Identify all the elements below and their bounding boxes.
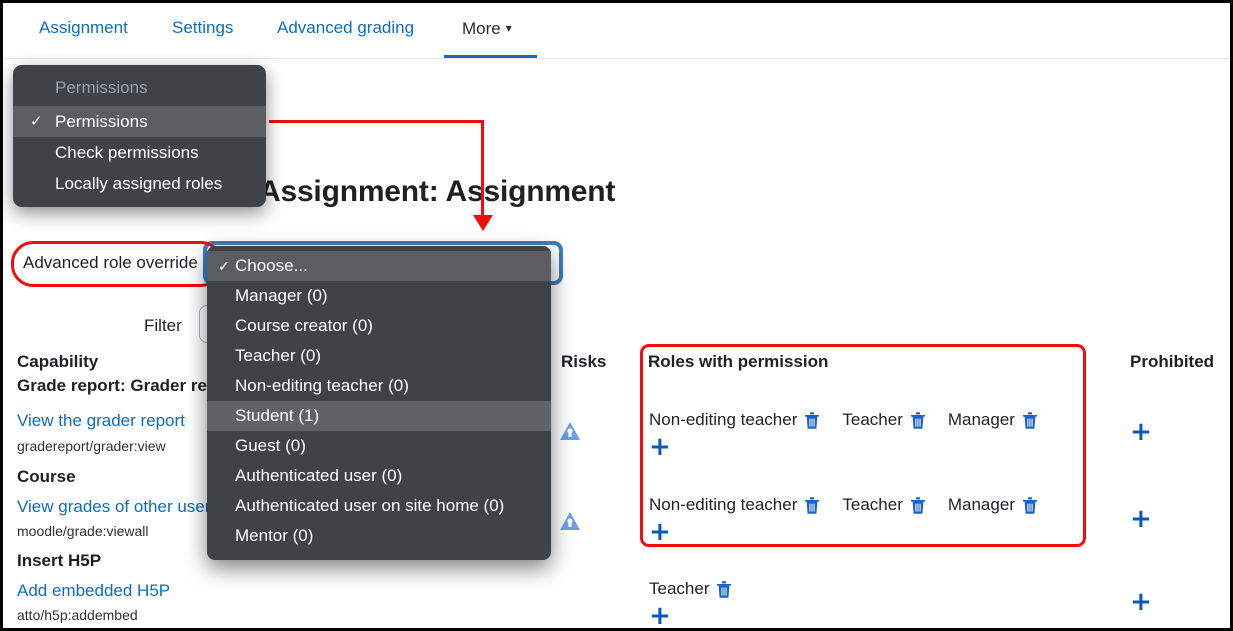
annotation-box-role-override [11, 241, 223, 287]
option-guest-label: Guest (0) [235, 436, 306, 455]
capability-code: moodle/grade:viewall [17, 523, 149, 539]
add-role-icon[interactable]: + [649, 603, 671, 628]
option-student[interactable]: Student (1) [207, 401, 551, 431]
tab-more-active-underline [444, 55, 537, 58]
option-choose[interactable]: ✓ Choose... [207, 251, 551, 281]
role-chip-label: Teacher [649, 579, 710, 598]
filter-label: Filter [144, 316, 182, 335]
annotation-box-roles-with-permission [640, 344, 1086, 547]
role-chip-label: Non-editing teacher [649, 410, 798, 429]
menu-item-permissions-label: Permissions [55, 112, 148, 131]
menu-item-check-permissions-label: Check permissions [55, 143, 199, 162]
option-non-editing-teacher-label: Non-editing teacher (0) [235, 376, 409, 395]
option-student-label: Student (1) [235, 406, 320, 425]
risk-personal-icon[interactable] [559, 421, 581, 441]
role-chip-label: Non-editing teacher [649, 495, 798, 514]
delete-icon[interactable] [716, 580, 732, 599]
delete-icon[interactable] [910, 496, 926, 515]
option-authenticated-user-site-home-label: Authenticated user on site home (0) [235, 496, 505, 515]
tab-assignment-label: Assignment [39, 18, 128, 37]
option-course-creator-label: Course creator (0) [235, 316, 373, 335]
add-prohibited-icon[interactable]: + [1130, 506, 1152, 532]
role-chip-label: Manager [947, 495, 1015, 514]
add-prohibited-icon[interactable]: + [1130, 589, 1152, 615]
option-teacher[interactable]: Teacher (0) [207, 341, 551, 371]
add-prohibited-icon[interactable]: + [1130, 419, 1152, 445]
tab-more-label: More [462, 19, 501, 38]
option-course-creator[interactable]: Course creator (0) [207, 311, 551, 341]
risk-personal-icon[interactable] [559, 511, 581, 531]
option-non-editing-teacher[interactable]: Non-editing teacher (0) [207, 371, 551, 401]
capability-link[interactable]: Add embedded H5P [17, 581, 170, 601]
option-authenticated-user[interactable]: Authenticated user (0) [207, 461, 551, 491]
option-mentor-label: Mentor (0) [235, 526, 314, 545]
tab-more[interactable]: More ▾ [462, 17, 512, 40]
capability-link[interactable]: View grades of other users [17, 497, 219, 517]
browser-page: Assignment Settings Advanced grading Mor… [0, 0, 1233, 631]
page-title: Assignment: Assignment [259, 175, 616, 208]
column-header-prohibited: Prohibited [1130, 352, 1215, 371]
menu-item-check-permissions[interactable]: Check permissions [13, 137, 266, 168]
role-chip-label: Teacher [842, 410, 903, 429]
roles-with-permission-cell: Teacher [649, 579, 754, 599]
column-header-risks: Risks [561, 352, 607, 371]
roles-with-permission-cell: Non-editing teacher Teacher Manager [649, 410, 1060, 430]
roles-with-permission-cell: Non-editing teacher Teacher Manager [649, 495, 1060, 515]
add-role-icon[interactable]: + [649, 434, 671, 460]
advanced-role-override-dropdown[interactable]: ✓ Choose... Manager (0) Course creator (… [207, 246, 551, 560]
option-manager[interactable]: Manager (0) [207, 281, 551, 311]
delete-icon[interactable] [1022, 496, 1038, 515]
tab-assignment[interactable]: Assignment [39, 17, 128, 39]
column-header-capability: Capability [17, 352, 99, 371]
role-chip-label: Manager [947, 410, 1015, 429]
delete-icon[interactable] [1022, 411, 1038, 430]
capability-link[interactable]: View the grader report [17, 411, 185, 431]
annotation-arrow-head [473, 215, 493, 231]
menu-item-locally-assigned-roles-label: Locally assigned roles [55, 174, 223, 193]
capability-group-heading: Course [17, 467, 76, 486]
role-chip-label: Teacher [842, 495, 903, 514]
option-guest[interactable]: Guest (0) [207, 431, 551, 461]
capability-group-heading: Insert H5P [17, 551, 102, 570]
option-authenticated-user-site-home[interactable]: Authenticated user on site home (0) [207, 491, 551, 521]
delete-icon[interactable] [910, 411, 926, 430]
more-dropdown-menu[interactable]: Permissions ✓ Permissions Check permissi… [13, 65, 266, 207]
option-authenticated-user-label: Authenticated user (0) [235, 466, 403, 485]
menu-group-label: Permissions [55, 78, 148, 97]
secondary-navigation: Assignment Settings Advanced grading Mor… [3, 3, 1230, 59]
option-mentor[interactable]: Mentor (0) [207, 521, 551, 551]
option-choose-label: Choose... [235, 256, 308, 275]
add-role-icon[interactable]: + [649, 519, 671, 545]
check-icon: ✓ [30, 113, 43, 130]
annotation-arrow-horizontal [269, 120, 483, 123]
annotation-arrow-vertical [481, 120, 484, 220]
tab-advanced-grading-label: Advanced grading [277, 18, 415, 37]
option-teacher-label: Teacher (0) [235, 346, 321, 365]
tab-settings[interactable]: Settings [172, 17, 233, 39]
tab-settings-label: Settings [172, 18, 234, 37]
tab-advanced-grading[interactable]: Advanced grading [277, 17, 414, 39]
menu-item-permissions[interactable]: ✓ Permissions [13, 106, 266, 137]
menu-item-locally-assigned-roles[interactable]: Locally assigned roles [13, 168, 266, 199]
delete-icon[interactable] [804, 411, 820, 430]
check-icon: ✓ [218, 258, 230, 274]
option-manager-label: Manager (0) [235, 286, 328, 305]
capability-code: atto/h5p:addembed [17, 607, 138, 623]
chevron-down-icon: ▾ [505, 21, 512, 35]
delete-icon[interactable] [804, 496, 820, 515]
capability-code: gradereport/grader:view [17, 438, 166, 454]
